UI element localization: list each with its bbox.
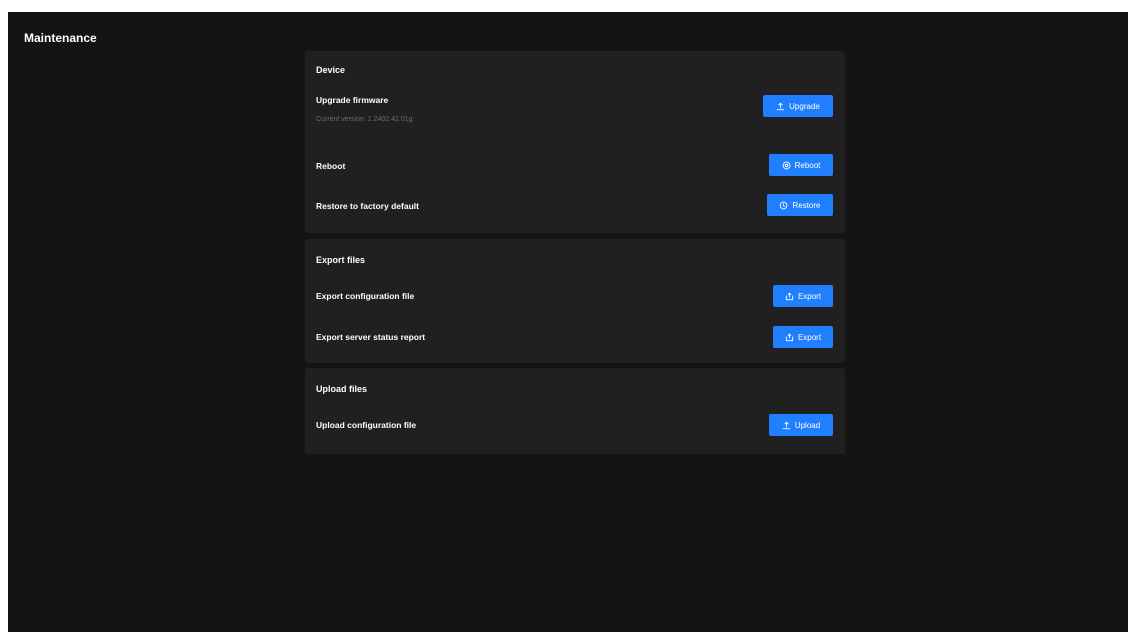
export-status-button[interactable]: Export: [773, 326, 833, 348]
upload-config-button[interactable]: Upload: [769, 414, 833, 436]
export-status-report-label: Export server status report: [316, 332, 426, 342]
upgrade-firmware-label: Upgrade firmware: [316, 95, 389, 105]
device-card: Device Upgrade firmware Current version:…: [305, 51, 845, 233]
upload-section-title: Upload files: [316, 384, 368, 394]
maintenance-page: Maintenance Device Upgrade firmware Curr…: [8, 12, 1128, 632]
export-config-button-label: Export: [797, 291, 822, 301]
restore-factory-label: Restore to factory default: [316, 201, 419, 211]
restore-button[interactable]: Restore: [767, 194, 833, 216]
export-files-card: Export files Export configuration file E…: [305, 239, 845, 363]
upload-config-label: Upload configuration file: [316, 420, 417, 430]
device-section-title: Device: [316, 65, 346, 75]
export-section-title: Export files: [316, 255, 366, 265]
upload-config-button-label: Upload: [794, 420, 821, 430]
restore-icon: [779, 201, 788, 210]
export-icon: [785, 291, 794, 301]
upload-icon: [782, 421, 791, 430]
export-config-button[interactable]: Export: [773, 285, 833, 307]
upload-files-card: Upload files Upload configuration file U…: [305, 368, 845, 454]
reboot-icon: [782, 161, 791, 170]
export-icon: [785, 332, 794, 342]
restore-button-label: Restore: [792, 200, 821, 210]
upload-icon: [776, 102, 785, 111]
upgrade-button[interactable]: Upgrade: [763, 95, 833, 117]
reboot-label: Reboot: [316, 161, 346, 171]
reboot-button[interactable]: Reboot: [769, 154, 833, 176]
export-config-label: Export configuration file: [316, 291, 415, 301]
upgrade-button-label: Upgrade: [789, 101, 820, 111]
current-version-text: Current version: 1.2402.42.01g: [316, 116, 413, 123]
reboot-button-label: Reboot: [794, 160, 821, 170]
export-status-button-label: Export: [797, 332, 822, 342]
page-title: Maintenance: [24, 31, 97, 45]
